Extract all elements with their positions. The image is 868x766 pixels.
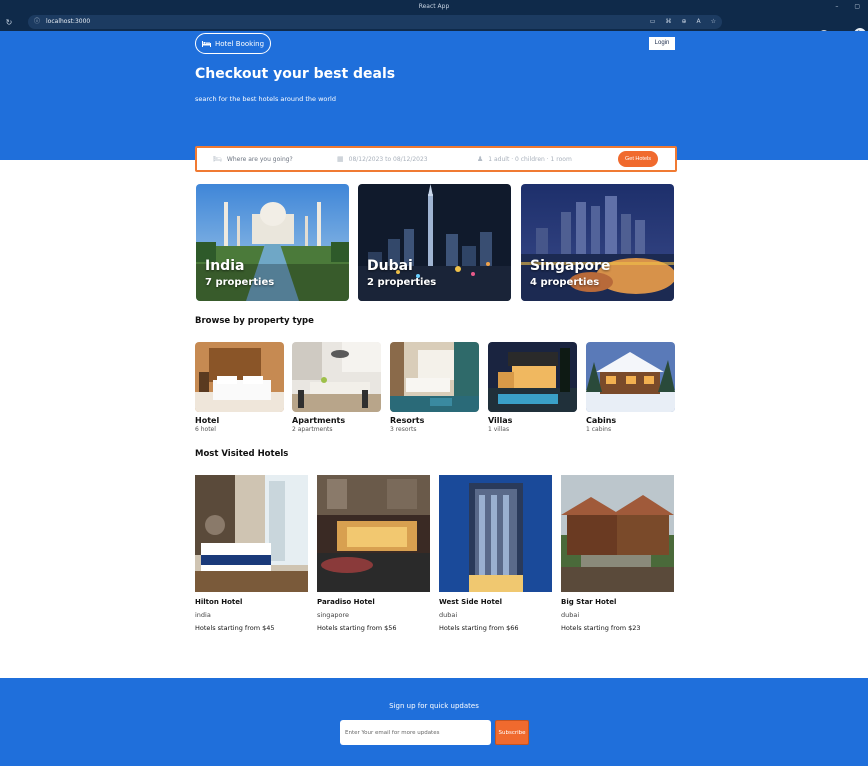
email-input[interactable] bbox=[340, 720, 491, 745]
hotel-city: singapore bbox=[317, 611, 350, 619]
apartments-image bbox=[292, 342, 381, 412]
hotel-photo bbox=[439, 475, 552, 592]
reload-icon[interactable]: ↻ bbox=[0, 18, 18, 27]
logo[interactable]: Hotel Booking bbox=[195, 33, 272, 54]
read-aloud-icon[interactable]: A bbox=[697, 15, 701, 29]
browser-title-bar: React App – ▢ bbox=[0, 0, 868, 13]
property-type-name: Hotel bbox=[195, 416, 220, 425]
hotel-name: West Side Hotel bbox=[439, 598, 502, 606]
url-actions: ▭ ⌘ ⊕ A ☆ bbox=[650, 15, 716, 29]
url-field[interactable]: ⓘ localhost:3000 ▭ ⌘ ⊕ A ☆ bbox=[28, 15, 722, 29]
hotel-card[interactable]: Paradiso Hotel singapore Hotels starting… bbox=[317, 475, 430, 632]
destination-field[interactable]: 🛏 Where are you going? bbox=[213, 148, 293, 170]
get-hotels-button[interactable]: Get Hotels bbox=[618, 151, 658, 167]
property-type-heading: Browse by property type bbox=[195, 316, 314, 326]
city-name: Singapore bbox=[530, 258, 611, 274]
property-type-card[interactable]: Villas 1 villas bbox=[488, 342, 577, 433]
hotel-name: Hilton Hotel bbox=[195, 598, 243, 606]
property-type-count: 1 cabins bbox=[586, 426, 612, 433]
hotel-card[interactable]: Hilton Hotel india Hotels starting from … bbox=[195, 475, 308, 632]
window-title: React App bbox=[418, 3, 450, 10]
hotel-name: Paradiso Hotel bbox=[317, 598, 375, 606]
hotel-city: dubai bbox=[561, 611, 580, 619]
bed-icon bbox=[202, 41, 211, 47]
property-type-card[interactable]: Hotel 6 hotel bbox=[195, 342, 284, 433]
hotel-name: Big Star Hotel bbox=[561, 598, 617, 606]
hotel-city: dubai bbox=[439, 611, 458, 619]
guests-field[interactable]: ♟ 1 adult · 0 children · 1 room bbox=[477, 148, 572, 170]
hero-section: Hotel Booking Login Checkout your best d… bbox=[0, 31, 868, 160]
property-type-name: Resorts bbox=[390, 416, 425, 425]
hotel-card[interactable]: Big Star Hotel dubai Hotels starting fro… bbox=[561, 475, 674, 632]
address-bar: ↻ ⓘ localhost:3000 ▭ ⌘ ⊕ A ☆ ▯ ★ ❐ ✱ ♡ ·… bbox=[0, 13, 868, 40]
site-info-icon[interactable]: ⓘ bbox=[34, 15, 40, 29]
hotel-city: india bbox=[195, 611, 211, 619]
city-property-count: 2 properties bbox=[367, 277, 437, 288]
most-visited-heading: Most Visited Hotels bbox=[195, 449, 289, 459]
cabins-image bbox=[586, 342, 675, 412]
subscribe-button[interactable]: Subscribe bbox=[495, 720, 529, 745]
hotel-image bbox=[195, 342, 284, 412]
url-text: localhost:3000 bbox=[46, 18, 91, 25]
newsletter-title: Sign up for quick updates bbox=[389, 702, 479, 710]
hotel-price: Hotels starting from $56 bbox=[317, 624, 397, 632]
screen-cast-icon[interactable]: ▭ bbox=[650, 15, 656, 29]
apps-icon[interactable]: ⌘ bbox=[665, 15, 671, 29]
property-type-count: 6 hotel bbox=[195, 426, 216, 433]
login-button[interactable]: Login bbox=[649, 37, 675, 50]
calendar-icon: ▦ bbox=[337, 155, 344, 163]
bed-icon: 🛏 bbox=[213, 155, 222, 163]
city-name: India bbox=[205, 258, 245, 274]
city-property-count: 4 properties bbox=[530, 277, 600, 288]
property-type-name: Villas bbox=[488, 416, 513, 425]
hotel-photo bbox=[195, 475, 308, 592]
featured-city-card[interactable]: India 7 properties bbox=[196, 184, 349, 301]
hotel-card[interactable]: West Side Hotel dubai Hotels starting fr… bbox=[439, 475, 552, 632]
favorite-star-icon[interactable]: ☆ bbox=[711, 15, 716, 29]
maximize-icon[interactable]: ▢ bbox=[854, 0, 860, 13]
logo-text: Hotel Booking bbox=[215, 39, 265, 48]
hotel-price: Hotels starting from $66 bbox=[439, 624, 519, 632]
date-field[interactable]: ▦ 08/12/2023 to 08/12/2023 bbox=[337, 148, 428, 170]
property-type-name: Apartments bbox=[292, 416, 346, 425]
hotel-photo bbox=[317, 475, 430, 592]
property-type-card[interactable]: Apartments 2 apartments bbox=[292, 342, 381, 433]
featured-city-card[interactable]: Dubai 2 properties bbox=[358, 184, 511, 301]
hotel-price: Hotels starting from $45 bbox=[195, 624, 275, 632]
date-range-text: 08/12/2023 to 08/12/2023 bbox=[348, 155, 428, 163]
featured-city-card[interactable]: Singapore 4 properties bbox=[521, 184, 674, 301]
newsletter-footer: Sign up for quick updates Subscribe bbox=[0, 678, 868, 766]
property-type-card[interactable]: Resorts 3 resorts bbox=[390, 342, 479, 433]
property-type-count: 1 villas bbox=[488, 426, 510, 433]
guests-text: 1 adult · 0 children · 1 room bbox=[488, 155, 572, 163]
page-subtitle: search for the best hotels around the wo… bbox=[195, 95, 336, 103]
property-type-count: 3 resorts bbox=[390, 426, 417, 433]
zoom-icon[interactable]: ⊕ bbox=[681, 15, 686, 29]
city-name: Dubai bbox=[367, 258, 413, 274]
property-type-name: Cabins bbox=[586, 416, 617, 425]
hotel-photo bbox=[561, 475, 674, 592]
city-property-count: 7 properties bbox=[205, 277, 275, 288]
property-type-card[interactable]: Cabins 1 cabins bbox=[586, 342, 675, 433]
property-type-count: 2 apartments bbox=[292, 426, 333, 433]
window-controls: – ▢ bbox=[835, 0, 860, 13]
minimize-icon[interactable]: – bbox=[835, 0, 838, 13]
resorts-image bbox=[390, 342, 479, 412]
destination-placeholder: Where are you going? bbox=[226, 155, 293, 163]
person-icon: ♟ bbox=[477, 155, 484, 163]
villas-image bbox=[488, 342, 577, 412]
page-title: Checkout your best deals bbox=[195, 66, 396, 82]
search-bar: 🛏 Where are you going? ▦ 08/12/2023 to 0… bbox=[195, 146, 677, 172]
hotel-price: Hotels starting from $23 bbox=[561, 624, 641, 632]
